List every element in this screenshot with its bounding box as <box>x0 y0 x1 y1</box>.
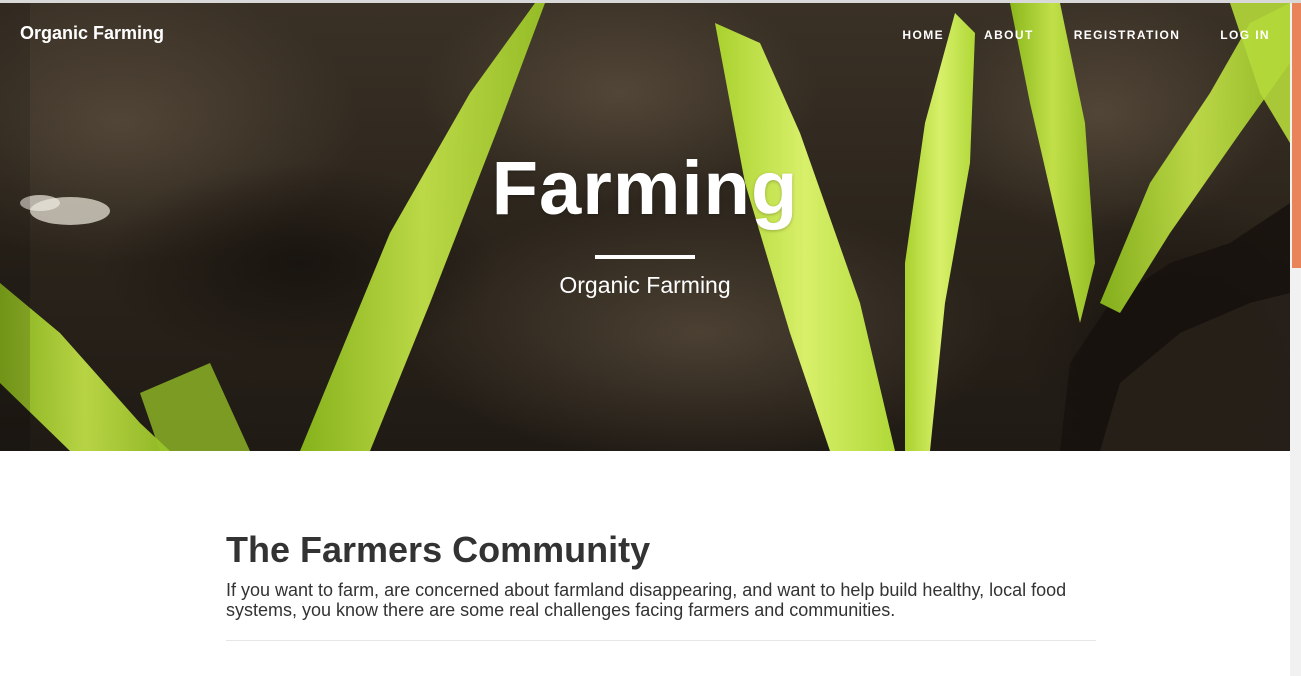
hero-title: Farming <box>491 146 799 231</box>
hero-subtitle: Organic Farming <box>559 272 731 298</box>
brand-link[interactable]: Organic Farming <box>20 23 164 44</box>
nav-item-home: HOME <box>902 26 944 44</box>
hero-divider <box>595 255 695 259</box>
nav-menu: HOME ABOUT REGISTRATION LOG IN <box>862 26 1270 44</box>
nav-item-about: ABOUT <box>984 26 1034 44</box>
nav-link-home[interactable]: HOME <box>902 28 944 42</box>
section-divider <box>226 640 1096 641</box>
hero-text-block: Farming Organic Farming <box>0 151 1290 299</box>
section-description: If you want to farm, are concerned about… <box>226 580 1067 620</box>
nav-item-login: LOG IN <box>1220 26 1270 44</box>
section-title: The Farmers Community <box>226 529 651 570</box>
nav-link-login[interactable]: LOG IN <box>1220 28 1270 42</box>
nav-item-registration: REGISTRATION <box>1074 26 1181 44</box>
scrollbar-thumb[interactable] <box>1292 3 1301 268</box>
window-top-border <box>0 0 1301 3</box>
nav-link-registration[interactable]: REGISTRATION <box>1074 28 1181 42</box>
nav-link-about[interactable]: ABOUT <box>984 28 1034 42</box>
community-section: The Farmers Community If you want to far… <box>226 528 1096 641</box>
page: Organic Farming HOME ABOUT REGISTRATION … <box>0 0 1301 676</box>
top-navbar: Organic Farming HOME ABOUT REGISTRATION … <box>0 3 1290 63</box>
hero-banner: Organic Farming HOME ABOUT REGISTRATION … <box>0 3 1290 451</box>
